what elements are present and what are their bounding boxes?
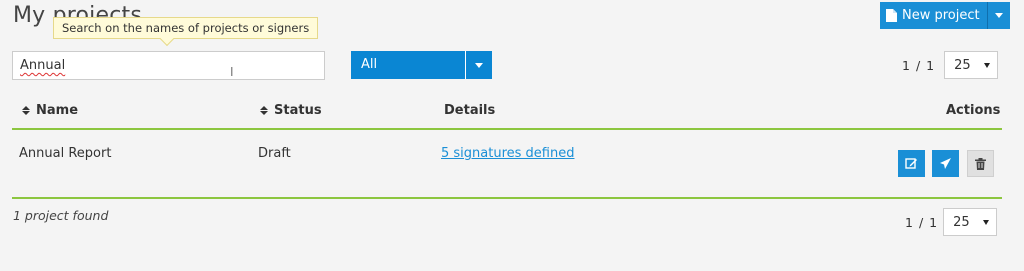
trash-icon (975, 157, 986, 170)
send-icon (940, 158, 951, 169)
new-project-label: New project (902, 8, 980, 23)
column-header-status[interactable]: Status (260, 103, 322, 118)
page-total: 1 (929, 214, 938, 230)
page-current: 1 (902, 57, 910, 73)
page-size-select[interactable]: 25 (943, 208, 998, 236)
page-separator: / (918, 214, 924, 230)
row-details-link[interactable]: 5 signatures defined (441, 146, 574, 161)
sort-icon (260, 106, 268, 115)
chevron-down-icon (994, 13, 1003, 18)
column-header-actions-label: Actions (946, 103, 1001, 118)
document-icon (886, 9, 897, 22)
new-project-button[interactable]: New project (880, 2, 988, 29)
column-header-name-label: Name (36, 103, 79, 118)
table-header-divider (12, 128, 1002, 130)
chevron-down-icon (984, 62, 991, 68)
status-filter-toggle[interactable] (466, 51, 492, 79)
search-input[interactable]: Annual I (12, 51, 325, 80)
page-current: 1 (905, 214, 913, 230)
chevron-down-icon (475, 62, 483, 68)
status-filter-select[interactable]: All (351, 51, 493, 79)
page-separator: / (915, 57, 921, 73)
table-footer-divider (12, 197, 1002, 199)
new-project-dropdown-toggle[interactable] (987, 2, 1010, 29)
search-tooltip: Search on the names of projects or signe… (53, 17, 319, 39)
page-size-value: 25 (954, 57, 971, 73)
send-button[interactable] (932, 150, 959, 177)
chevron-down-icon (983, 219, 990, 225)
column-header-details: Details (444, 103, 495, 118)
column-header-details-label: Details (444, 103, 496, 118)
row-status: Draft (258, 146, 291, 161)
text-cursor-icon: I (230, 65, 234, 79)
column-header-status-label: Status (274, 103, 322, 118)
search-input-value: Annual (20, 58, 66, 73)
page-size-select[interactable]: 25 (944, 51, 999, 79)
edit-icon (905, 158, 917, 169)
sort-icon (22, 106, 30, 115)
results-count: 1 project found (13, 208, 109, 223)
pagination-top: 1 / 1 25 (902, 51, 999, 79)
status-filter-value: All (351, 51, 466, 79)
new-project-button-group: New project (880, 2, 1010, 29)
page-total: 1 (926, 57, 935, 73)
column-header-name[interactable]: Name (22, 103, 78, 118)
row-name: Annual Report (19, 146, 112, 161)
edit-button[interactable] (898, 150, 925, 177)
column-header-actions: Actions (946, 103, 1000, 118)
pagination-bottom: 1 / 1 25 (905, 208, 998, 236)
delete-button[interactable] (967, 150, 994, 177)
page-size-value: 25 (953, 214, 970, 230)
